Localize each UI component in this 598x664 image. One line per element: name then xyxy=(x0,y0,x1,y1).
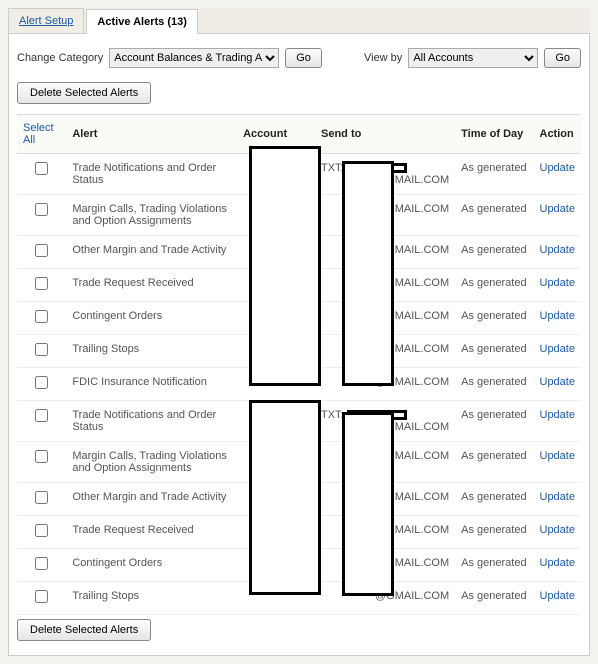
alert-cell: Trade Notifications and Order Status xyxy=(66,154,237,195)
view-by-label: View by xyxy=(364,52,402,64)
update-link[interactable]: Update xyxy=(540,491,575,503)
tab-bar: Alert Setup Active Alerts (13) xyxy=(8,8,590,34)
filter-controls: Change Category Account Balances & Tradi… xyxy=(17,44,581,78)
alert-cell: Other Margin and Trade Activity xyxy=(66,483,237,516)
time-cell: As generated xyxy=(455,269,533,302)
row-checkbox[interactable] xyxy=(35,491,48,504)
row-checkbox[interactable] xyxy=(35,409,48,422)
update-link[interactable]: Update xyxy=(540,277,575,289)
panel-active-alerts: Change Category Account Balances & Tradi… xyxy=(8,34,590,656)
tab-alert-setup-link[interactable]: Alert Setup xyxy=(19,15,73,27)
row-checkbox[interactable] xyxy=(35,203,48,216)
time-cell: As generated xyxy=(455,335,533,368)
time-cell: As generated xyxy=(455,154,533,195)
row-checkbox[interactable] xyxy=(35,162,48,175)
alert-cell: Trade Request Received xyxy=(66,269,237,302)
update-link[interactable]: Update xyxy=(540,310,575,322)
tab-active-alerts-label: Active Alerts (13) xyxy=(97,16,186,28)
alert-cell: Trailing Stops xyxy=(66,335,237,368)
time-cell: As generated xyxy=(455,483,533,516)
alert-cell: Margin Calls, Trading Violations and Opt… xyxy=(66,195,237,236)
time-cell: As generated xyxy=(455,442,533,483)
time-cell: As generated xyxy=(455,401,533,442)
update-link[interactable]: Update xyxy=(540,376,575,388)
go-viewby-button[interactable]: Go xyxy=(544,48,581,68)
update-link[interactable]: Update xyxy=(540,524,575,536)
view-by-select[interactable]: All Accounts xyxy=(408,48,538,68)
delete-selected-bottom-button[interactable]: Delete Selected Alerts xyxy=(17,619,151,641)
row-checkbox[interactable] xyxy=(35,376,48,389)
change-category-label: Change Category xyxy=(17,52,103,64)
update-link[interactable]: Update xyxy=(540,409,575,421)
row-checkbox[interactable] xyxy=(35,310,48,323)
redaction-account-column-2 xyxy=(249,400,321,595)
time-cell: As generated xyxy=(455,195,533,236)
change-category-select[interactable]: Account Balances & Trading Activity xyxy=(109,48,279,68)
time-cell: As generated xyxy=(455,516,533,549)
update-link[interactable]: Update xyxy=(540,450,575,462)
update-link[interactable]: Update xyxy=(540,244,575,256)
alert-cell: Other Margin and Trade Activity xyxy=(66,236,237,269)
update-link[interactable]: Update xyxy=(540,343,575,355)
row-checkbox[interactable] xyxy=(35,590,48,603)
header-time: Time of Day xyxy=(455,115,533,154)
alert-cell: Contingent Orders xyxy=(66,549,237,582)
update-link[interactable]: Update xyxy=(540,557,575,569)
delete-selected-top-button[interactable]: Delete Selected Alerts xyxy=(17,82,151,104)
redaction-sendto-column-2 xyxy=(342,412,394,596)
update-link[interactable]: Update xyxy=(540,162,575,174)
time-cell: As generated xyxy=(455,549,533,582)
header-alert: Alert xyxy=(66,115,237,154)
update-link[interactable]: Update xyxy=(540,203,575,215)
header-select-all[interactable]: Select All xyxy=(17,115,66,154)
header-sendto: Send to xyxy=(315,115,455,154)
alert-cell: Trade Notifications and Order Status xyxy=(66,401,237,442)
alert-cell: Contingent Orders xyxy=(66,302,237,335)
row-checkbox[interactable] xyxy=(35,277,48,290)
row-checkbox[interactable] xyxy=(35,244,48,257)
alert-cell: Margin Calls, Trading Violations and Opt… xyxy=(66,442,237,483)
tab-alert-setup[interactable]: Alert Setup xyxy=(8,8,84,33)
go-category-button[interactable]: Go xyxy=(285,48,322,68)
header-action: Action xyxy=(534,115,582,154)
row-checkbox[interactable] xyxy=(35,557,48,570)
redaction-account-column xyxy=(249,146,321,386)
row-checkbox[interactable] xyxy=(35,524,48,537)
alert-cell: Trade Request Received xyxy=(66,516,237,549)
row-checkbox[interactable] xyxy=(35,343,48,356)
redaction-sendto-column xyxy=(342,161,394,386)
time-cell: As generated xyxy=(455,302,533,335)
row-checkbox[interactable] xyxy=(35,450,48,463)
alert-cell: FDIC Insurance Notification xyxy=(66,368,237,401)
update-link[interactable]: Update xyxy=(540,590,575,602)
alert-cell: Trailing Stops xyxy=(66,582,237,615)
time-cell: As generated xyxy=(455,236,533,269)
time-cell: As generated xyxy=(455,582,533,615)
time-cell: As generated xyxy=(455,368,533,401)
tab-active-alerts[interactable]: Active Alerts (13) xyxy=(86,9,197,34)
